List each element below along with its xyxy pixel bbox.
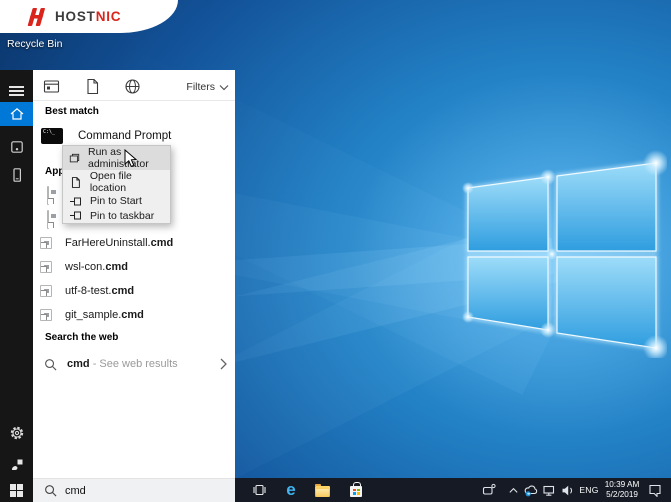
search-the-web-header: Search the web	[45, 332, 119, 343]
chevron-up-icon	[508, 487, 518, 493]
search-input[interactable]	[65, 484, 215, 497]
task-view-button[interactable]	[251, 482, 267, 498]
app-result-item[interactable]	[40, 186, 54, 205]
settings-button[interactable]	[0, 420, 33, 446]
file-result-item[interactable]: wsl-con.cmd	[33, 258, 235, 275]
windows-start-icon	[10, 483, 23, 497]
header-divider	[33, 100, 235, 101]
command-prompt-icon: C:\_	[41, 128, 63, 144]
web-filter-icon[interactable]	[124, 78, 141, 95]
menu-item-run-as-administrator[interactable]: Run as administrator	[63, 146, 170, 170]
show-hidden-icons-button[interactable]	[505, 482, 521, 498]
devices-tab[interactable]	[0, 162, 33, 188]
task-view-icon	[252, 484, 266, 496]
notebook-icon	[10, 141, 23, 153]
documents-filter-icon[interactable]	[84, 78, 101, 95]
filters-dropdown[interactable]: Filters	[186, 81, 229, 93]
network-icon	[543, 485, 555, 496]
filters-label: Filters	[186, 81, 215, 93]
chevron-down-icon	[219, 84, 229, 90]
apps-filter-icon[interactable]	[43, 78, 60, 95]
search-icon	[45, 358, 57, 370]
taskbar-search-box[interactable]	[33, 478, 235, 502]
pin-icon	[70, 197, 81, 206]
hostnic-logo-icon	[27, 7, 45, 26]
best-match-header: Best match	[45, 106, 99, 117]
windows-logo-wallpaper	[462, 150, 667, 358]
mouse-cursor	[124, 149, 138, 168]
microsoft-flag-icon	[352, 488, 360, 495]
network-tray-button[interactable]	[541, 482, 557, 498]
start-button[interactable]	[0, 478, 33, 502]
folder-icon	[314, 483, 330, 497]
action-center-button[interactable]	[647, 482, 663, 498]
feedback-icon	[11, 459, 22, 470]
time: 10:39 AM	[604, 480, 640, 489]
search-panel-rail	[0, 70, 33, 502]
cmd-file-icon	[40, 260, 52, 273]
cmd-file-icon	[40, 308, 52, 321]
onedrive-tray-button[interactable]	[523, 482, 539, 498]
file-result-item[interactable]: utf-8-test.cmd	[33, 282, 235, 299]
search-icon	[45, 485, 57, 497]
hostnic-logo-text: HOSTNIC	[55, 9, 122, 24]
file-explorer-button[interactable]	[314, 482, 330, 498]
web-search-result[interactable]: cmd - See web results	[33, 354, 235, 374]
tray-app-icon	[482, 483, 496, 495]
notebook-tab[interactable]	[0, 134, 33, 160]
edge-icon: e	[286, 480, 296, 499]
desktop: Recycle Bin HOSTNIC Filters Best match C…	[0, 0, 671, 502]
chevron-right-icon	[220, 358, 227, 370]
volume-tray-button[interactable]	[559, 482, 575, 498]
search-results-panel: Filters Best match C:\_ Command Prompt A…	[33, 70, 235, 478]
cmd-file-icon	[40, 284, 52, 297]
menu-item-pin-to-taskbar[interactable]: Pin to taskbar	[63, 209, 170, 224]
date: 5/2/2019	[606, 489, 638, 499]
microsoft-store-button[interactable]	[348, 482, 364, 498]
language-indicator[interactable]: ENG	[575, 478, 603, 502]
menu-hamburger-button[interactable]	[0, 78, 33, 104]
file-result-item[interactable]: FarHereUninstall.cmd	[33, 234, 235, 251]
gear-icon	[10, 426, 23, 440]
command-prompt-context-menu: Run as administrator Open file location …	[62, 145, 171, 224]
home-icon	[10, 108, 23, 120]
edge-browser-button[interactable]: e	[283, 480, 299, 499]
run-as-administrator-icon	[69, 153, 80, 162]
open-file-location-icon	[71, 176, 80, 188]
app-file-icon	[47, 186, 49, 205]
menu-item-pin-to-start[interactable]: Pin to Start	[63, 194, 170, 209]
feedback-button[interactable]	[0, 452, 33, 478]
action-center-icon	[649, 484, 661, 497]
app-result-item[interactable]	[40, 210, 54, 229]
device-icon	[12, 168, 21, 182]
store-bag-icon	[350, 482, 362, 497]
pin-icon	[70, 211, 81, 220]
tray-app-button[interactable]	[481, 482, 497, 498]
clock[interactable]: 10:39 AM 5/2/2019	[601, 480, 643, 500]
app-file-icon	[47, 210, 49, 229]
file-result-item[interactable]: git_sample.cmd	[33, 306, 235, 323]
speaker-icon	[562, 485, 572, 495]
cloud-sync-icon	[524, 485, 538, 496]
best-match-title: Command Prompt	[78, 130, 172, 142]
hamburger-icon	[9, 83, 24, 98]
recycle-bin-label[interactable]: Recycle Bin	[7, 38, 62, 50]
taskbar: e ENG 10:39 AM 5/2/2019	[235, 478, 671, 502]
cmd-file-icon	[40, 236, 52, 249]
home-tab[interactable]	[0, 102, 33, 126]
menu-item-open-file-location[interactable]: Open file location	[63, 170, 170, 194]
